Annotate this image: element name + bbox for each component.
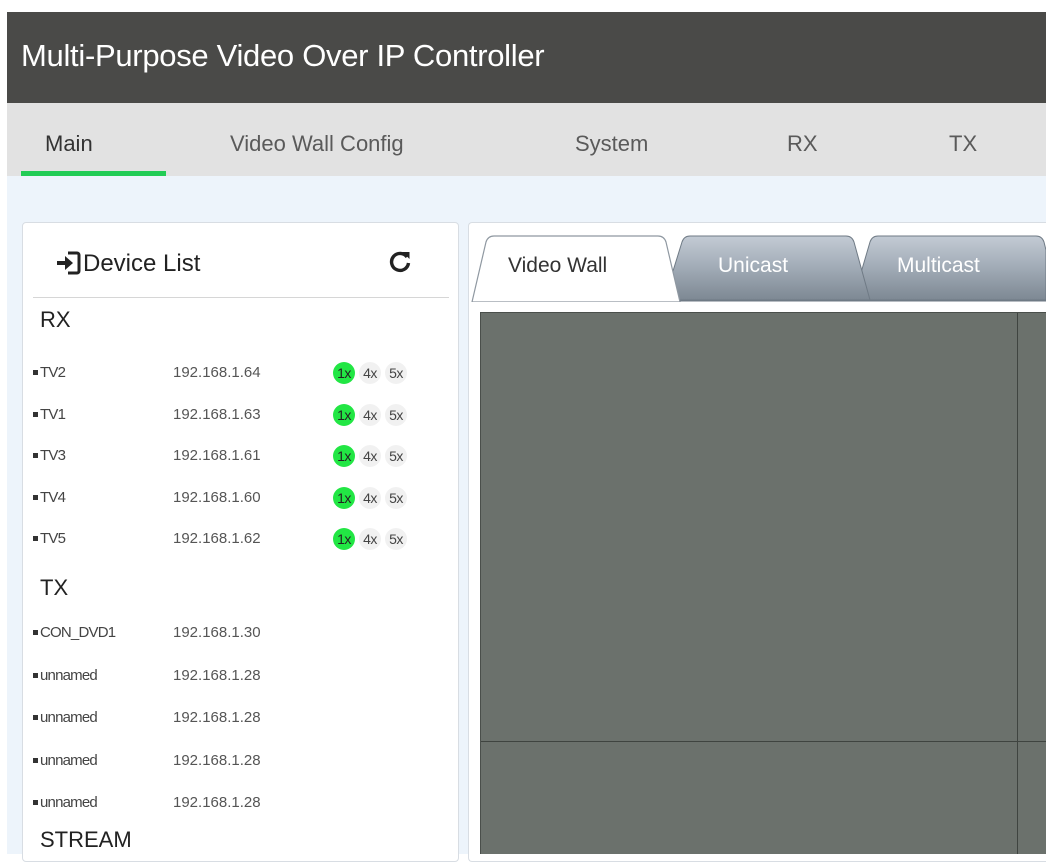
scale-5x-button[interactable]: 5x <box>385 528 407 550</box>
device-name: unnamed <box>40 709 98 726</box>
rx-device-row[interactable]: TV5 192.168.1.62 1x 4x 5x <box>33 526 449 554</box>
scale-5x-button[interactable]: 5x <box>385 445 407 467</box>
scale-1x-button[interactable]: 1x <box>333 445 355 467</box>
device-name: CON_DVD1 <box>40 624 116 641</box>
device-name: TV4 <box>40 488 66 506</box>
view-tab-unicast[interactable]: Unicast <box>718 254 788 278</box>
device-ip: 192.168.1.28 <box>173 709 261 726</box>
bullet-icon <box>33 757 38 763</box>
bullet-icon <box>33 370 38 375</box>
device-ip: 192.168.1.28 <box>173 794 261 811</box>
bullet-icon <box>33 453 38 458</box>
scale-1x-button[interactable]: 1x <box>333 486 355 509</box>
bullet-icon <box>33 494 38 500</box>
scale-5x-button[interactable]: 5x <box>385 362 407 384</box>
device-ip: 192.168.1.60 <box>173 488 261 506</box>
tab-rx[interactable]: RX <box>787 131 818 157</box>
device-ip: 192.168.1.28 <box>173 666 261 684</box>
bullet-icon <box>33 536 38 541</box>
device-ip: 192.168.1.30 <box>173 624 261 641</box>
tab-main[interactable]: Main <box>45 131 93 157</box>
device-name: TV2 <box>40 364 66 381</box>
rx-device-row[interactable]: TV3 192.168.1.61 1x 4x 5x <box>33 443 449 471</box>
scale-1x-button[interactable]: 1x <box>333 528 355 550</box>
main-nav: Main Video Wall Config System RX TX <box>7 103 1046 176</box>
device-name: unnamed <box>40 794 98 811</box>
tx-device-row[interactable]: CON_DVD1 192.168.1.30 <box>33 620 449 648</box>
device-name: unnamed <box>40 751 98 769</box>
sign-in-icon <box>57 251 81 275</box>
rx-device-row[interactable]: TV4 192.168.1.60 1x 4x 5x <box>33 485 449 513</box>
device-name: TV5 <box>40 530 66 547</box>
device-ip: 192.168.1.61 <box>173 447 261 464</box>
bullet-icon <box>33 672 38 678</box>
device-list-title: Device List <box>83 250 201 277</box>
tab-video-wall-config[interactable]: Video Wall Config <box>230 131 404 157</box>
scale-1x-button[interactable]: 1x <box>333 362 355 384</box>
scale-4x-button[interactable]: 4x <box>359 528 381 550</box>
tab-system[interactable]: System <box>575 131 648 157</box>
tx-device-row[interactable]: unnamed 192.168.1.28 <box>33 705 449 733</box>
tx-device-row[interactable]: unnamed 192.168.1.28 <box>33 790 449 818</box>
app-header: Multi-Purpose Video Over IP Controller <box>7 12 1046 103</box>
top-margin <box>0 0 1046 12</box>
bullet-icon <box>33 715 38 720</box>
section-tx: TX <box>40 575 69 600</box>
section-rx: RX <box>40 307 71 332</box>
bullet-icon <box>33 800 38 805</box>
section-stream: STREAM <box>40 827 132 852</box>
device-name: unnamed <box>40 666 98 684</box>
device-name: TV3 <box>40 447 66 464</box>
device-ip: 192.168.1.64 <box>173 364 261 381</box>
scale-5x-button[interactable]: 5x <box>385 486 407 509</box>
device-ip: 192.168.1.63 <box>173 405 261 423</box>
refresh-icon[interactable] <box>388 249 412 273</box>
bullet-icon <box>33 411 38 417</box>
scale-5x-button[interactable]: 5x <box>385 403 407 426</box>
bullet-icon <box>33 630 38 635</box>
view-tab-multicast[interactable]: Multicast <box>897 254 980 278</box>
wall-grid-divider-vertical <box>1017 313 1018 854</box>
scale-4x-button[interactable]: 4x <box>359 362 381 384</box>
rx-device-row[interactable]: TV2 192.168.1.64 1x 4x 5x <box>33 360 449 388</box>
view-tab-video-wall[interactable]: Video Wall <box>508 254 607 278</box>
scale-4x-button[interactable]: 4x <box>359 403 381 426</box>
scale-4x-button[interactable]: 4x <box>359 445 381 467</box>
video-wall-canvas[interactable] <box>480 312 1046 854</box>
tx-device-row[interactable]: unnamed 192.168.1.28 <box>33 663 449 691</box>
scale-4x-button[interactable]: 4x <box>359 486 381 509</box>
wall-grid-divider-horizontal <box>481 741 1046 742</box>
rx-device-row[interactable]: TV1 192.168.1.63 1x 4x 5x <box>33 402 449 430</box>
device-name: TV1 <box>40 405 66 423</box>
device-ip: 192.168.1.28 <box>173 751 261 769</box>
tx-device-row[interactable]: unnamed 192.168.1.28 <box>33 748 449 776</box>
device-list-panel: Device List RX TV2 192.168.1.64 1x 4x 5x TV1 1… <box>22 222 459 862</box>
app-title: Multi-Purpose Video Over IP Controller <box>21 38 545 73</box>
tab-tx[interactable]: TX <box>949 131 977 157</box>
device-ip: 192.168.1.62 <box>173 530 261 547</box>
device-list-header: Device List <box>33 223 449 298</box>
scale-1x-button[interactable]: 1x <box>333 403 355 426</box>
